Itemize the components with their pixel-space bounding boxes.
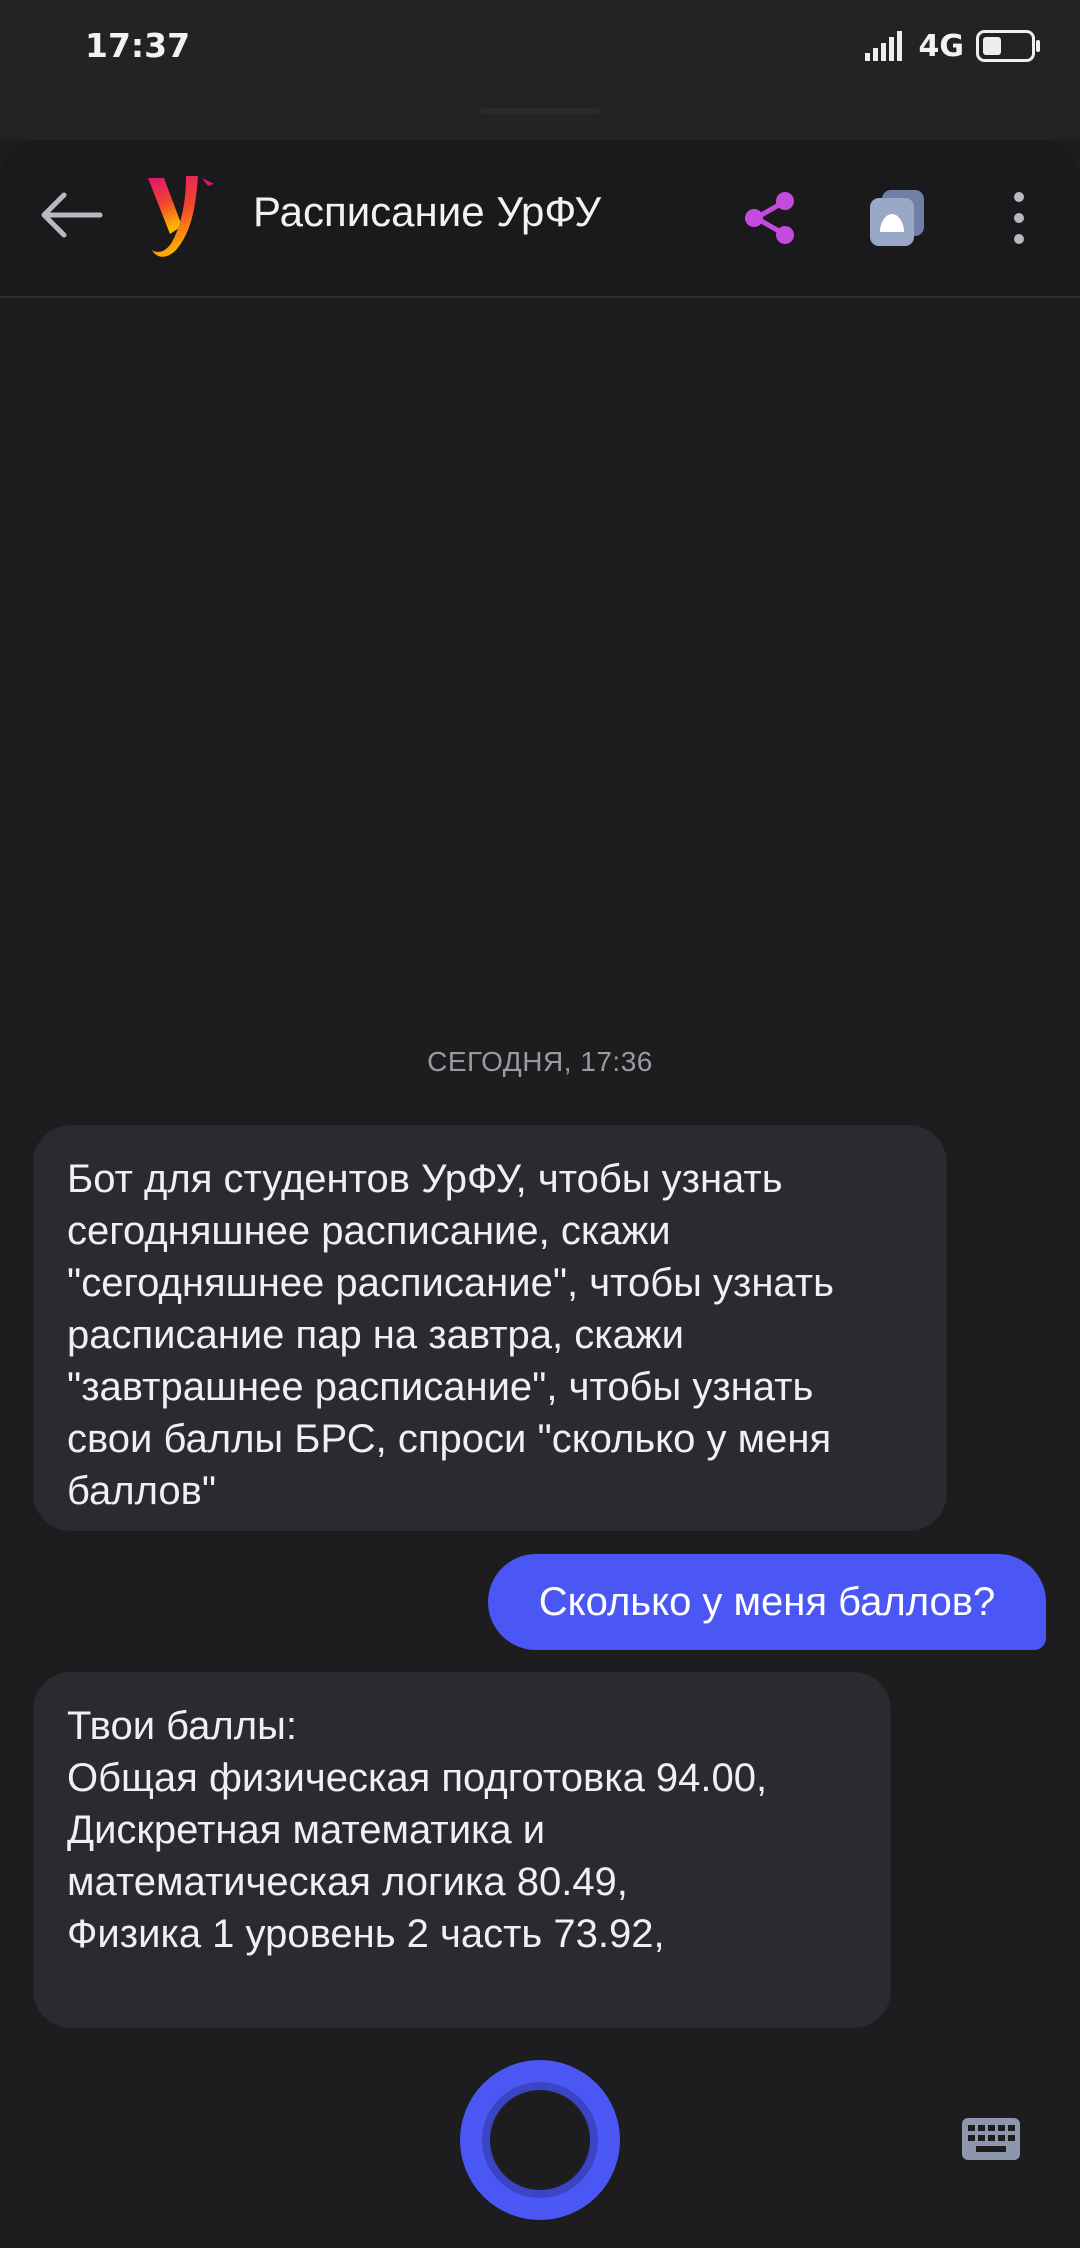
status-icons: 4G [864, 26, 1043, 66]
alice-icon[interactable] [866, 186, 928, 248]
network-type: 4G [918, 28, 965, 64]
share-icon[interactable] [742, 190, 798, 246]
status-bar: 17:37 4G [0, 0, 1080, 140]
bot-message: Твои баллы: Общая физическая подготовка … [33, 1672, 891, 2028]
app-header: Расписание УрФУ [0, 140, 1080, 298]
sheet-grabber[interactable] [480, 108, 600, 114]
battery-icon [976, 30, 1040, 62]
more-vertical-icon[interactable] [1004, 188, 1034, 248]
app-logo [148, 176, 214, 257]
user-message: Сколько у меня баллов? [488, 1554, 1046, 1650]
bot-message: Бот для студентов УрФУ, чтобы узнать сег… [33, 1125, 947, 1531]
status-time: 17:37 [85, 26, 191, 65]
signal-icon [864, 31, 902, 61]
date-stamp: СЕГОДНЯ, 17:36 [427, 1046, 653, 1077]
keyboard-icon[interactable] [962, 2118, 1020, 2160]
alice-voice-button[interactable] [458, 2058, 622, 2222]
page-title: Расписание УрФУ [253, 188, 602, 235]
back-arrow-icon[interactable] [38, 190, 104, 240]
